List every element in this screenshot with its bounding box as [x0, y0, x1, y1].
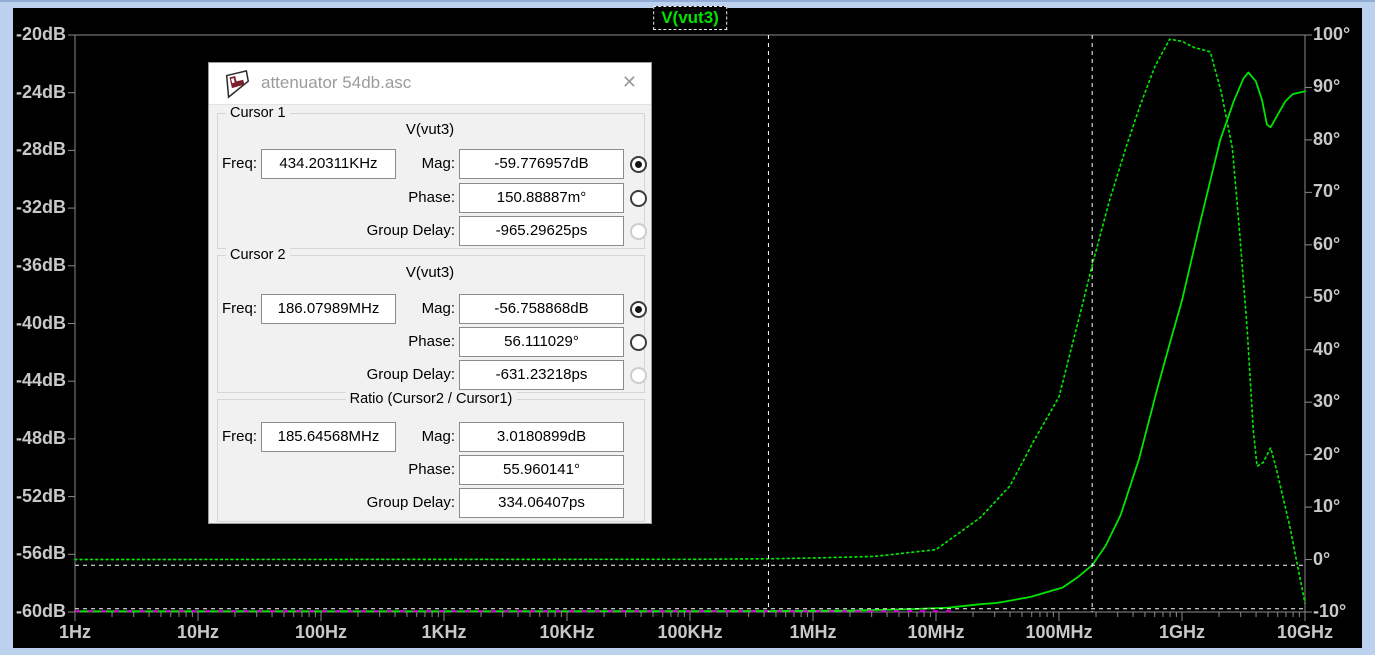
dialog-titlebar[interactable]: attenuator 54db.asc ✕: [209, 63, 651, 105]
cursor2-freq-label: Freq:: [215, 294, 257, 324]
x-tick-label: 1GHz: [1137, 622, 1227, 643]
cursor1-group-delay-radio[interactable]: [630, 223, 647, 240]
ratio-phase-label: Phase:: [305, 455, 455, 485]
ratio-group-label: Ratio (Cursor2 / Cursor1): [346, 391, 517, 407]
window-top-edge: [0, 0, 1375, 2]
ltspice-waveform-window: -20dB -24dB -28dB -32dB -36dB -40dB -44dB -48dB…: [0, 0, 1375, 655]
cursor2-phase-field[interactable]: 56.111029°: [459, 327, 624, 357]
ratio-mag-field[interactable]: 3.0180899dB: [459, 422, 624, 452]
y-right-tick-label: 30°: [1313, 391, 1365, 412]
ratio-group-delay-label: Group Delay:: [305, 488, 455, 518]
y-left-tick-label: -56dB: [8, 543, 66, 564]
y-right-tick-label: 90°: [1313, 76, 1365, 97]
ltspice-logo-icon: [222, 69, 252, 99]
y-right-tick-label: 40°: [1313, 339, 1365, 360]
y-right-tick-label: 50°: [1313, 286, 1365, 307]
y-left-tick-label: -48dB: [8, 428, 66, 449]
y-right-tick-label: -10°: [1313, 601, 1365, 622]
cursor2-mag-label: Mag:: [305, 294, 455, 324]
x-tick-label: 10GHz: [1260, 622, 1350, 643]
cursor2-phase-radio[interactable]: [630, 334, 647, 351]
y-left-tick-label: -32dB: [8, 197, 66, 218]
dialog-title: attenuator 54db.asc: [261, 73, 411, 93]
cursor2-group-delay-field[interactable]: -631.23218ps: [459, 360, 624, 390]
cursor1-group-label: Cursor 1: [226, 105, 290, 121]
cursor2-mag-radio[interactable]: [630, 301, 647, 318]
y-right-tick-label: 10°: [1313, 496, 1365, 517]
cursor1-freq-label: Freq:: [215, 149, 257, 179]
y-left-tick-label: -24dB: [8, 82, 66, 103]
x-tick-label: 100MHz: [1014, 622, 1104, 643]
y-left-tick-label: -60dB: [8, 601, 66, 622]
cursor1-trace-name: V(vut3): [209, 121, 651, 138]
plot-title[interactable]: V(vut3): [653, 6, 727, 30]
y-right-tick-label: 0°: [1313, 549, 1365, 570]
x-tick-label: 1KHz: [399, 622, 489, 643]
cursor1-phase-radio[interactable]: [630, 190, 647, 207]
ratio-group-delay-field[interactable]: 334.06407ps: [459, 488, 624, 518]
x-tick-label: 10KHz: [522, 622, 612, 643]
y-left-tick-label: -44dB: [8, 370, 66, 391]
cursor1-group-delay-field[interactable]: -965.29625ps: [459, 216, 624, 246]
y-left-tick-label: -36dB: [8, 255, 66, 276]
y-right-tick-label: 100°: [1313, 24, 1365, 45]
x-tick-label: 10MHz: [891, 622, 981, 643]
cursor1-group-delay-label: Group Delay:: [305, 216, 455, 246]
x-tick-label: 100Hz: [276, 622, 366, 643]
y-right-tick-label: 60°: [1313, 234, 1365, 255]
ratio-phase-field[interactable]: 55.960141°: [459, 455, 624, 485]
cursor1-phase-field[interactable]: 150.88887m°: [459, 183, 624, 213]
cursor2-phase-label: Phase:: [305, 327, 455, 357]
y-right-tick-label: 20°: [1313, 444, 1365, 465]
plot-title-text: V(vut3): [661, 8, 719, 27]
cursor2-group-delay-radio[interactable]: [630, 367, 647, 384]
cursor2-group-delay-label: Group Delay:: [305, 360, 455, 390]
y-left-tick-label: -52dB: [8, 486, 66, 507]
x-tick-label: 1Hz: [30, 622, 120, 643]
y-right-tick-label: 70°: [1313, 181, 1365, 202]
y-right-tick-label: 80°: [1313, 129, 1365, 150]
y-left-tick-label: -28dB: [8, 139, 66, 160]
ratio-freq-label: Freq:: [215, 422, 257, 452]
cursor1-phase-label: Phase:: [305, 183, 455, 213]
x-tick-label: 1MHz: [768, 622, 858, 643]
cursor-dialog: attenuator 54db.asc ✕ Cursor 1 V(vut3) F…: [208, 62, 652, 524]
cursor1-mag-label: Mag:: [305, 149, 455, 179]
ratio-mag-label: Mag:: [305, 422, 455, 452]
cursor2-mag-field[interactable]: -56.758868dB: [459, 294, 624, 324]
x-tick-label: 10Hz: [153, 622, 243, 643]
x-tick-label: 100KHz: [645, 622, 735, 643]
y-left-tick-label: -40dB: [8, 313, 66, 334]
close-icon[interactable]: ✕: [622, 72, 637, 93]
cursor2-group-label: Cursor 2: [226, 247, 290, 263]
cursor2-trace-name: V(vut3): [209, 264, 651, 281]
cursor1-mag-radio[interactable]: [630, 156, 647, 173]
y-left-tick-label: -20dB: [8, 24, 66, 45]
cursor1-mag-field[interactable]: -59.776957dB: [459, 149, 624, 179]
